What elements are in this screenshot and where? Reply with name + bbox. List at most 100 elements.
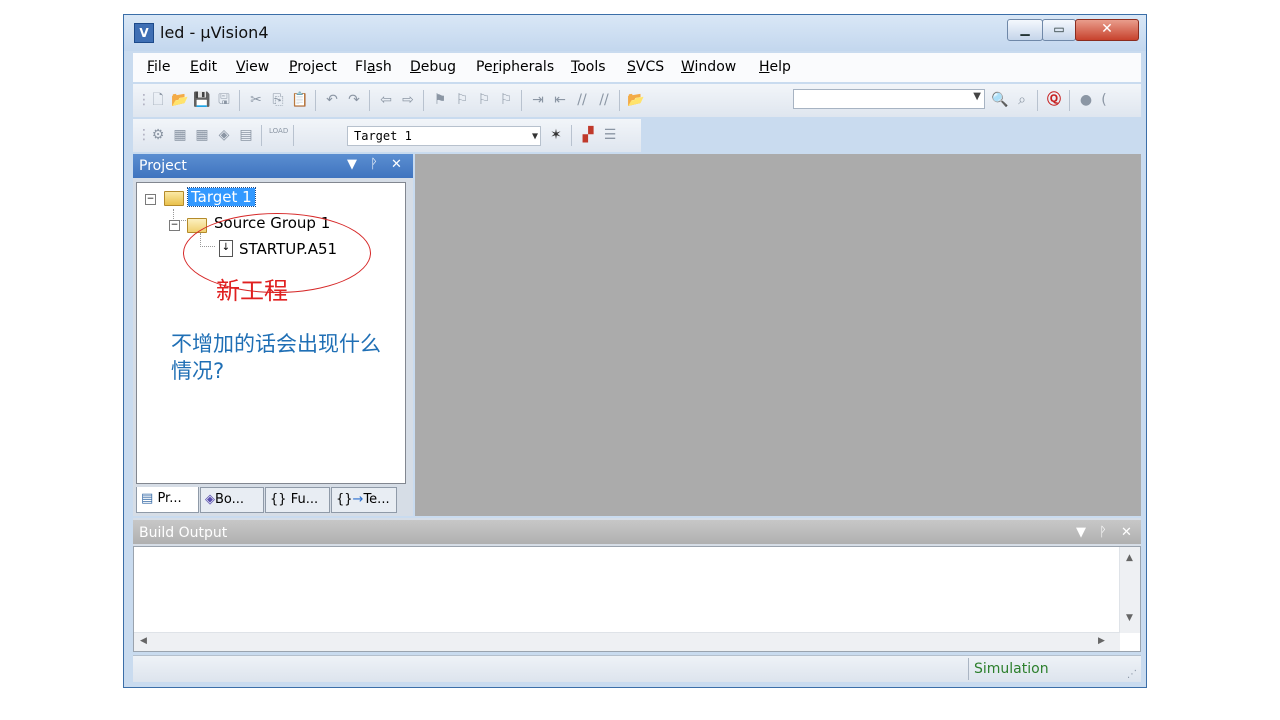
save-all-icon[interactable]: 🖫 — [215, 92, 233, 109]
chevron-down-icon[interactable]: ▼ — [973, 91, 981, 102]
cut-icon[interactable]: ✂ — [247, 92, 265, 109]
scroll-down-icon[interactable]: ▼ — [1126, 613, 1133, 623]
tab-functions[interactable]: {} Fu... — [265, 487, 330, 513]
comment-icon[interactable]: // — [573, 92, 591, 109]
select-packs-icon[interactable]: ☰ — [601, 127, 619, 144]
rebuild-icon[interactable]: ▦ — [193, 127, 211, 144]
close-button[interactable]: ✕ — [1075, 19, 1139, 41]
menu-edit[interactable]: Edit — [190, 59, 217, 75]
target-select-value: Target 1 — [354, 129, 412, 143]
uvision-window: V led - µVision4 ▁ ▭ ✕ File Edit View Pr… — [123, 14, 1147, 688]
grip-icon[interactable]: ⋮ — [137, 127, 151, 144]
chevron-down-icon[interactable]: ▼ — [532, 128, 538, 146]
build-output-text-area[interactable]: ▲ ▼ ◀ ▶ — [133, 546, 1141, 652]
grip-icon[interactable]: ⋮ — [137, 92, 151, 109]
menu-debug[interactable]: Debug — [410, 59, 456, 75]
next-bookmark-icon[interactable]: ⚐ — [475, 92, 493, 109]
maximize-button[interactable]: ▭ — [1042, 19, 1076, 41]
bookmark-icon[interactable]: ⚑ — [431, 92, 449, 109]
more-icon[interactable]: ( — [1099, 92, 1109, 109]
close-icon[interactable]: ✕ — [1121, 525, 1132, 540]
manage-components-icon[interactable]: ▞ — [579, 127, 597, 144]
tree-item-target[interactable]: Target 1 — [187, 187, 256, 207]
find-combo[interactable]: ▼ — [793, 89, 985, 109]
toolbar-separator — [619, 90, 620, 111]
toolbar-separator — [261, 125, 262, 146]
paste-icon[interactable]: 📋 — [291, 92, 309, 109]
pin-icon[interactable]: ᚹ — [370, 157, 378, 172]
resize-grip-icon[interactable]: ⋰ — [1127, 669, 1137, 680]
target-options-icon[interactable]: ✶ — [547, 127, 565, 144]
open-folder-icon[interactable]: 📂 — [171, 92, 189, 109]
uncomment-icon[interactable]: // — [595, 92, 613, 109]
vertical-scrollbar[interactable]: ▲ ▼ — [1119, 547, 1140, 633]
build-output-header[interactable]: Build Output ▼ ᚹ ✕ — [133, 520, 1141, 544]
scroll-left-icon[interactable]: ◀ — [140, 636, 147, 646]
menu-peripherals[interactable]: Peripherals — [476, 59, 554, 75]
close-icon[interactable]: ✕ — [391, 157, 402, 172]
target-select[interactable]: Target 1 ▼ — [347, 126, 541, 146]
new-file-icon[interactable]: 🗋 — [149, 92, 167, 109]
load-label: LOAD — [269, 127, 289, 135]
status-bar: Simulation ⋰ — [133, 655, 1141, 682]
menu-view[interactable]: View — [236, 59, 269, 75]
panel-menu-icon[interactable]: ▼ — [347, 157, 357, 172]
collapse-icon[interactable]: − — [169, 220, 180, 231]
horizontal-scrollbar[interactable]: ◀ ▶ — [134, 632, 1120, 651]
menu-help[interactable]: Help — [759, 59, 791, 75]
save-icon[interactable]: 💾 — [193, 92, 211, 109]
collapse-icon[interactable]: − — [145, 194, 156, 205]
menu-project-mnemonic: P — [289, 59, 298, 75]
tab-project[interactable]: ▤ Pr... — [136, 487, 199, 513]
translate-icon[interactable]: ⚙ — [149, 127, 167, 144]
build-toolbar: ⋮ ⚙ ▦ ▦ ◈ ▤ LOAD Target 1 ▼ ✶ ▞ ☰ — [133, 119, 641, 152]
menu-bar: File Edit View Project Flash Debug Perip… — [133, 53, 1141, 82]
undo-icon[interactable]: ↶ — [323, 92, 341, 109]
prev-bookmark-icon[interactable]: ⚐ — [453, 92, 471, 109]
menu-file[interactable]: File — [147, 59, 170, 75]
batch-build-icon[interactable]: ◈ — [215, 127, 233, 144]
find-in-files-icon[interactable]: 📂 — [627, 92, 645, 109]
find-icon[interactable]: 🔍 — [991, 92, 1009, 109]
minimize-button[interactable]: ▁ — [1007, 19, 1043, 41]
project-panel-title: Project — [139, 158, 187, 174]
incremental-find-icon[interactable]: ⌕ — [1013, 92, 1031, 109]
menu-flash-mnemonic: a — [366, 59, 376, 75]
nav-back-icon[interactable]: ⇦ — [377, 92, 395, 109]
toolbar-separator — [521, 90, 522, 111]
editor-workspace[interactable] — [415, 154, 1141, 516]
menu-flash[interactable]: Flash — [355, 59, 392, 75]
build-icon[interactable]: ▦ — [171, 127, 189, 144]
menu-svcs[interactable]: SVCS — [627, 59, 664, 75]
debug-session-icon[interactable]: Ⓠ — [1045, 92, 1063, 109]
nav-forward-icon[interactable]: ⇨ — [399, 92, 417, 109]
functions-icon: {} — [270, 492, 287, 507]
menu-window[interactable]: Window — [681, 59, 736, 75]
project-tree[interactable]: − Target 1 − Source Group 1 ↓ STARTUP.A5… — [136, 182, 406, 484]
menu-project[interactable]: Project — [289, 59, 337, 75]
tab-templates[interactable]: {}→Te... — [331, 487, 397, 513]
tab-books[interactable]: ◈Bo... — [200, 487, 264, 513]
templates-icon: {}→ — [336, 492, 364, 507]
stop-build-icon[interactable]: ▤ — [237, 127, 255, 144]
uv-logo-icon[interactable]: V — [134, 23, 154, 43]
redo-icon[interactable]: ↷ — [345, 92, 363, 109]
indent-icon[interactable]: ⇥ — [529, 92, 547, 109]
load-icon[interactable]: LOAD — [269, 127, 289, 144]
copy-icon[interactable]: ⎘ — [269, 92, 287, 109]
title-bar[interactable]: V led - µVision4 ▁ ▭ ✕ — [124, 15, 1146, 51]
annotation-question: 不增加的话会出现什么情况? — [171, 332, 381, 383]
status-separator — [968, 658, 969, 680]
clear-bookmarks-icon[interactable]: ⚐ — [497, 92, 515, 109]
menu-edit-mnemonic: E — [190, 59, 199, 75]
pin-icon[interactable]: ᚹ — [1099, 525, 1107, 540]
menu-debug-mnemonic: D — [410, 59, 421, 75]
project-panel-header[interactable]: Project ▼ ᚹ ✕ — [133, 154, 413, 178]
panel-menu-icon[interactable]: ▼ — [1076, 525, 1086, 540]
scroll-right-icon[interactable]: ▶ — [1098, 636, 1105, 646]
unindent-icon[interactable]: ⇤ — [551, 92, 569, 109]
menu-tools[interactable]: Tools — [571, 59, 606, 75]
scroll-up-icon[interactable]: ▲ — [1126, 553, 1133, 563]
breakpoint-icon[interactable]: ● — [1077, 92, 1095, 109]
menu-tools-mnemonic: T — [571, 59, 578, 75]
